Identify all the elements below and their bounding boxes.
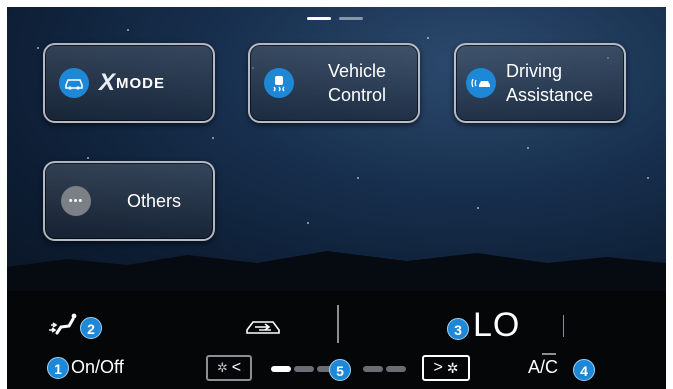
vehicle-control-line1: Vehicle (328, 61, 387, 81)
infotainment-screen: X MODE Vehicle Control Driving Assistanc… (7, 7, 666, 389)
xmode-text: MODE (116, 74, 166, 92)
climate-onoff-button[interactable]: On/Off (71, 357, 124, 378)
ellipsis-glyph: ••• (68, 195, 84, 207)
divider-1 (337, 305, 339, 343)
ellipsis-icon: ••• (61, 186, 91, 216)
fan-level-segment-5 (363, 366, 383, 372)
xmode-brand: X (99, 69, 115, 96)
others-button[interactable]: ••• Others (43, 161, 215, 241)
xmode-label: X MODE (99, 69, 165, 97)
screenshot-frame: X MODE Vehicle Control Driving Assistanc… (0, 0, 673, 389)
driving-assistance-line1: Driving (506, 61, 563, 81)
divider-2 (563, 315, 564, 337)
callout-4: 4 (573, 359, 595, 381)
ac-button[interactable]: A/C (528, 357, 558, 378)
fan-low-icon: ✲ (216, 360, 228, 375)
callout-2: 2 (80, 317, 102, 339)
recirculation-icon (246, 321, 280, 334)
fan-level-segment-2 (294, 366, 314, 372)
vehicle-control-line2: Control (328, 85, 387, 105)
fan-level-segment-6 (386, 366, 406, 372)
climate-control-bar: 2 3 LO 1 On/Off ✲ < 5 > ✲ A/C 4 (7, 291, 666, 389)
driving-assistance-button[interactable]: Driving Assistance (454, 43, 626, 123)
fan-increase-button[interactable]: > ✲ (422, 355, 470, 381)
page-dot-2[interactable] (339, 17, 363, 20)
airflow-mode-icon (49, 313, 77, 335)
car-icon (59, 68, 89, 98)
skid-car-icon (264, 68, 294, 98)
others-label: Others (127, 191, 182, 211)
page-dot-1[interactable] (307, 17, 331, 20)
fan-decrease-button[interactable]: ✲ < (206, 355, 252, 381)
callout-3: 3 (447, 318, 469, 340)
driving-assistance-line2: Assistance (506, 85, 594, 105)
xmode-button[interactable]: X MODE (43, 43, 215, 123)
radar-car-icon (466, 68, 496, 98)
less-than-icon: < (231, 359, 242, 376)
mountain-silhouette (7, 251, 666, 291)
airflow-mode-button[interactable] (47, 313, 79, 340)
vehicle-control-button[interactable]: Vehicle Control (248, 43, 420, 123)
greater-than-icon: > (433, 359, 443, 376)
recirculation-button[interactable] (243, 315, 287, 342)
temperature-display[interactable]: LO (473, 306, 520, 345)
page-indicator (307, 17, 363, 20)
callout-1: 1 (47, 357, 69, 379)
callout-5: 5 (329, 359, 351, 381)
ac-indicator (542, 353, 556, 355)
fan-high-icon: ✲ (446, 359, 459, 376)
fan-level-segment-1 (271, 366, 291, 372)
